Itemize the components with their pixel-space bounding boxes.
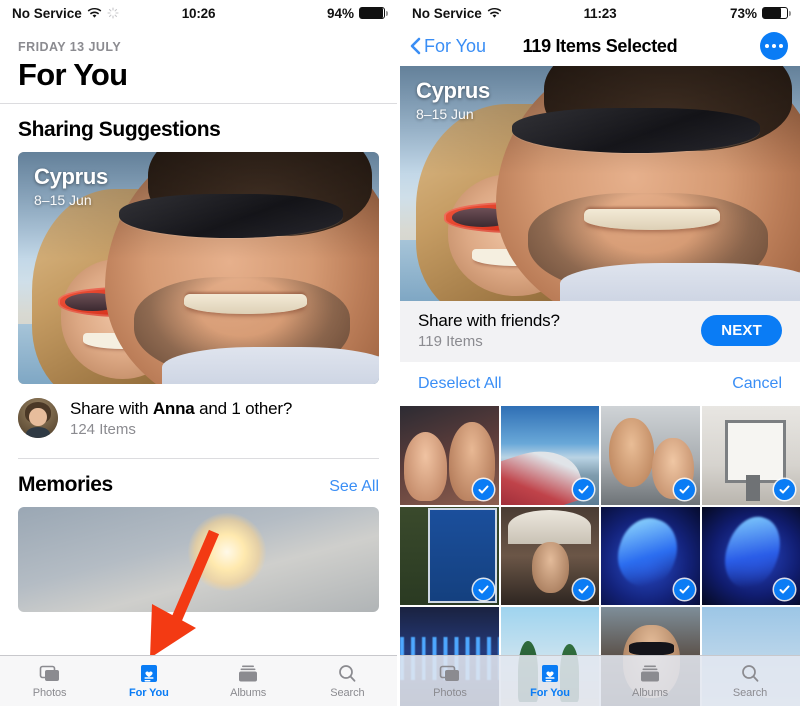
more-ellipsis-icon[interactable] xyxy=(760,32,788,60)
for-you-heart-card-icon xyxy=(136,663,162,685)
photo-cell[interactable] xyxy=(701,506,800,605)
right-tab-bar: Photos For You Albums Search xyxy=(400,655,800,706)
back-button[interactable]: For You xyxy=(410,36,486,57)
battery-percent-label: 94% xyxy=(326,5,354,21)
status-right-group: 73% xyxy=(729,5,791,21)
tab-label: Photos xyxy=(433,687,467,699)
memories-title: Memories xyxy=(18,473,113,496)
hero-title: Cyprus xyxy=(416,78,490,103)
photo-cell[interactable] xyxy=(601,406,700,505)
cancel-button[interactable]: Cancel xyxy=(732,375,782,393)
share-contact-name: Anna xyxy=(152,398,195,418)
right-status-bar: No Service 11:23 73% xyxy=(400,0,800,26)
tab-search[interactable]: Search xyxy=(298,663,397,699)
hero-photo[interactable]: Cyprus 8–15 Jun xyxy=(400,66,800,301)
contact-avatar xyxy=(18,398,58,438)
carrier-label: No Service xyxy=(12,5,82,21)
share-prompt: Share with Anna and 1 other? xyxy=(70,398,293,418)
tab-for-you[interactable]: For You xyxy=(500,663,600,699)
navigation-bar: For You 119 Items Selected xyxy=(400,26,800,66)
photos-stack-icon xyxy=(437,663,463,685)
tab-albums[interactable]: Albums xyxy=(199,663,298,699)
see-all-link[interactable]: See All xyxy=(329,478,379,496)
nav-title: 119 Items Selected xyxy=(522,35,678,56)
card-caption: Cyprus 8–15 Jun xyxy=(34,164,108,208)
share-prompt-text-group: Share with friends? 119 Items xyxy=(418,311,560,350)
tab-search[interactable]: Search xyxy=(700,663,800,699)
left-tab-bar: Photos For You Albums Search xyxy=(0,655,397,706)
tab-label: Albums xyxy=(230,687,267,699)
tab-for-you[interactable]: For You xyxy=(99,663,198,699)
tab-label: Search xyxy=(732,687,768,699)
checkmark-circle-icon[interactable] xyxy=(673,579,695,600)
selection-action-bar: Deselect All Cancel xyxy=(400,362,800,406)
sync-spinner-icon xyxy=(107,7,119,19)
card-title: Cyprus xyxy=(34,164,108,189)
photo-cell[interactable] xyxy=(400,506,499,605)
checkmark-circle-icon[interactable] xyxy=(673,478,695,500)
checkmark-circle-icon[interactable] xyxy=(472,579,494,600)
photo-cell[interactable] xyxy=(400,406,499,505)
memory-card[interactable] xyxy=(18,507,379,612)
for-you-heart-card-icon xyxy=(537,663,563,685)
tab-albums[interactable]: Albums xyxy=(600,663,700,699)
wifi-icon xyxy=(487,7,502,18)
battery-icon xyxy=(359,7,388,19)
share-text-group: Share with Anna and 1 other? 124 Items xyxy=(70,399,292,438)
tab-photos[interactable]: Photos xyxy=(400,663,500,699)
hero-caption: Cyprus 8–15 Jun xyxy=(416,78,490,122)
share-item-count: 124 Items xyxy=(70,420,136,438)
share-suggestion-row[interactable]: Share with Anna and 1 other? 124 Items xyxy=(0,384,397,438)
photo-cell[interactable] xyxy=(500,506,599,605)
back-button-label: For You xyxy=(424,35,487,56)
albums-stack-icon xyxy=(637,663,663,685)
dual-screenshot-container: No Service 10:26 94% FRIDAY 13 JULY For … xyxy=(0,0,800,706)
share-item-count: 119 Items xyxy=(418,333,483,350)
sharing-suggestion-card[interactable]: Cyprus 8–15 Jun xyxy=(18,152,379,384)
date-label: FRIDAY 13 JULY xyxy=(18,40,122,54)
checkmark-circle-icon[interactable] xyxy=(472,478,494,500)
checkmark-circle-icon[interactable] xyxy=(774,579,795,600)
memories-header: Memories See All xyxy=(0,459,397,507)
tab-label: Albums xyxy=(631,687,669,699)
photos-stack-icon xyxy=(37,663,63,685)
status-right-group: 94% xyxy=(326,5,388,21)
hero-subtitle: 8–15 Jun xyxy=(416,106,474,122)
photo-cell[interactable] xyxy=(701,406,800,505)
battery-percent-label: 73% xyxy=(729,5,757,21)
checkmark-circle-icon[interactable] xyxy=(774,478,795,500)
search-magnifier-icon xyxy=(737,663,763,685)
right-phone-screen: No Service 11:23 73% For You 119 Items S… xyxy=(400,0,800,706)
card-subtitle: 8–15 Jun xyxy=(34,192,92,208)
carrier-label: No Service xyxy=(412,5,482,21)
tab-label: Photos xyxy=(32,687,67,699)
next-button[interactable]: NEXT xyxy=(701,315,782,346)
wifi-icon xyxy=(87,7,102,18)
tab-photos[interactable]: Photos xyxy=(0,663,99,699)
albums-stack-icon xyxy=(235,663,261,685)
deselect-all-button[interactable]: Deselect All xyxy=(418,375,502,393)
photo-cell[interactable] xyxy=(500,406,599,505)
checkmark-circle-icon[interactable] xyxy=(573,478,594,500)
status-left-group: No Service xyxy=(412,6,502,21)
left-phone-screen: No Service 10:26 94% FRIDAY 13 JULY For … xyxy=(0,0,400,706)
memory-sun-glow xyxy=(187,513,266,592)
photo-cell[interactable] xyxy=(601,506,700,605)
chevron-left-icon xyxy=(410,37,421,55)
tab-label: For You xyxy=(530,687,570,699)
share-prompt: Share with friends? xyxy=(418,311,560,330)
status-left-group: No Service xyxy=(12,6,119,21)
tab-label: For You xyxy=(128,687,169,699)
checkmark-circle-icon[interactable] xyxy=(573,579,594,600)
for-you-header: FRIDAY 13 JULY For You xyxy=(0,26,397,103)
tab-label: Search xyxy=(330,687,365,699)
section-title: Sharing Suggestions xyxy=(18,118,221,141)
search-magnifier-icon xyxy=(334,663,360,685)
left-status-bar: No Service 10:26 94% xyxy=(0,0,397,26)
sharing-suggestions-header: Sharing Suggestions xyxy=(0,104,397,152)
share-prompt-bar: Share with friends? 119 Items NEXT xyxy=(400,301,800,362)
page-title: For You xyxy=(18,57,128,92)
battery-icon xyxy=(762,7,791,19)
